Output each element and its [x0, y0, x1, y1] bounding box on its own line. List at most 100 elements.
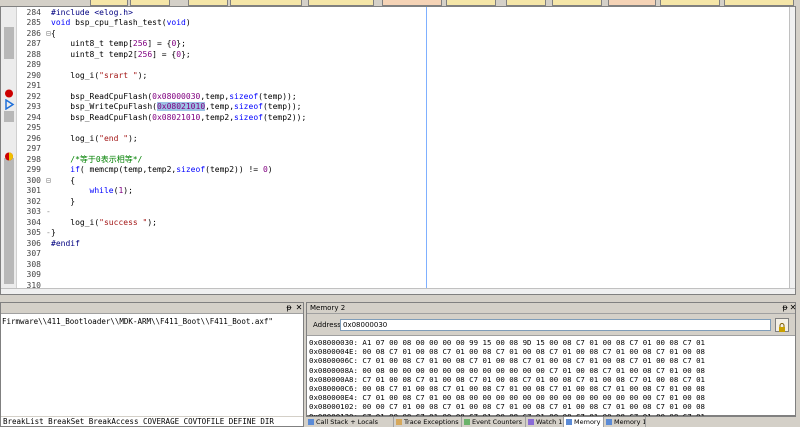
watch-icon: [528, 419, 534, 425]
editor-horizontal-scrollbar[interactable]: [1, 288, 795, 294]
code-token: 0x08021010: [152, 112, 201, 122]
line-number: 294: [26, 112, 41, 122]
code-token: ): [185, 18, 191, 27]
code-token: void: [166, 18, 186, 27]
close-icon[interactable]: ✕: [295, 304, 303, 312]
line-number: 298: [26, 154, 41, 164]
line-numbers: 284 285 286 287 288 289 290 291 292 293 294 295 296 2…: [17, 7, 43, 295]
code-line[interactable]: log_i("srart ");: [51, 71, 147, 82]
editor-vertical-scrollbar[interactable]: [789, 7, 795, 294]
code-line[interactable]: }: [51, 197, 75, 208]
memory-row[interactable]: 0x08000102: 00 00 C7 01 00 08 C7 01 00 0…: [309, 402, 705, 411]
code-token: {: [51, 28, 56, 38]
memory-row[interactable]: 0x080000A8: C7 01 00 08 C7 01 00 08 C7 0…: [309, 375, 705, 384]
tab-event-counters[interactable]: Event Counters: [462, 417, 526, 427]
memory-row[interactable]: 0x080000E4: C7 01 00 08 C7 01 00 08 00 0…: [309, 393, 705, 402]
memory-row[interactable]: 0x0800006C: C7 01 00 08 C7 01 00 08 C7 0…: [309, 356, 705, 365]
command-output: Firmware\\411_Bootloader\\MDK-ARM\\F411_…: [2, 317, 273, 326]
code-token: #endif: [51, 238, 80, 248]
right-margin-guide: [426, 7, 427, 294]
code-token: "success ": [99, 217, 148, 227]
memory-address-bar: Address: 0x08000030: [307, 314, 795, 336]
code-line[interactable]: /*等于0表示相等*/: [51, 155, 142, 166]
code-line[interactable]: uint8_t temp2[256] = {0};: [51, 49, 190, 61]
breakpoint-gutter[interactable]: [1, 7, 17, 294]
code-token: ] = {: [152, 49, 177, 59]
tab-label: Memory 1: [614, 418, 646, 426]
counter-icon: [464, 419, 470, 425]
code-token: 0x08000030: [152, 91, 201, 101]
code-line[interactable]: if( memcmp(temp,temp2,sizeof(temp2)) != …: [51, 165, 272, 176]
code-token: uint8_t temp[: [51, 39, 133, 48]
code-line[interactable]: }: [51, 228, 56, 239]
code-token: if: [51, 165, 80, 174]
code-line[interactable]: void bsp_cpu_flash_test(void): [51, 18, 191, 29]
lock-icon[interactable]: [775, 318, 789, 332]
code-token: {: [51, 175, 76, 185]
close-icon[interactable]: ✕: [789, 304, 797, 312]
tab-memory-1[interactable]: Memory 1: [604, 417, 646, 427]
breakpoint-disabled-icon[interactable]: [3, 147, 16, 161]
line-number: 309: [26, 270, 41, 279]
code-line[interactable]: #endif: [51, 239, 80, 250]
line-number: 296: [26, 133, 41, 143]
code-token: sizeof: [234, 102, 263, 111]
line-number: 295: [26, 123, 41, 132]
code-editor[interactable]: 284 285 286 287 288 289 290 291 292 293 294 295 296 2…: [0, 6, 796, 295]
line-number: 300: [26, 175, 41, 185]
breakpoint-icon[interactable]: [3, 84, 16, 98]
line-number: 290: [26, 70, 41, 80]
code-line[interactable]: {: [51, 176, 75, 187]
tab-call-stack-locals[interactable]: Call Stack + Locals: [306, 417, 394, 427]
line-number: 308: [26, 259, 41, 269]
pin-icon[interactable]: ᵽ: [285, 304, 293, 312]
line-number: 286: [26, 28, 41, 38]
tab-label: Event Counters: [472, 418, 523, 426]
memory-row[interactable]: 0x0800008A: 00 08 00 00 00 00 00 00 00 0…: [309, 366, 705, 375]
code-token: bsp_ReadCpuFlash(: [51, 91, 153, 101]
code-token: (temp2)) !=: [205, 165, 263, 174]
address-input[interactable]: 0x08000030: [340, 319, 771, 331]
tab-label: Memory 2: [574, 418, 604, 426]
code-line[interactable]: log_i("end ");: [51, 133, 138, 145]
code-token: while: [51, 186, 114, 195]
memory-row[interactable]: 0x0800004E: 00 08 C7 01 00 08 C7 01 00 0…: [309, 347, 705, 356]
code-line[interactable]: bsp_ReadCpuFlash(0x08021010,temp2,sizeof…: [51, 113, 306, 124]
code-token: );: [123, 186, 133, 195]
code-token: #include <elog.h>: [51, 7, 133, 17]
line-number: 304: [26, 217, 41, 227]
code-line[interactable]: bsp_ReadCpuFlash(0x08000030,temp,sizeof(…: [51, 91, 297, 103]
code-token: "end ": [99, 133, 129, 143]
line-number: 288: [26, 49, 41, 59]
pin-icon[interactable]: ᵽ: [781, 304, 789, 312]
coverage-marker: [4, 158, 14, 284]
code-line[interactable]: bsp_WriteCpuFlash(0x08021010,temp,sizeof…: [51, 102, 301, 113]
code-line[interactable]: log_i("success ");: [51, 218, 157, 229]
tab-watch-1[interactable]: Watch 1: [526, 417, 564, 427]
tab-label: Call Stack + Locals: [316, 418, 379, 426]
code-token: sizeof: [176, 165, 206, 174]
code-line[interactable]: while(1);: [51, 186, 133, 197]
line-number: 284: [26, 7, 41, 17]
memory-icon: [566, 419, 572, 425]
line-number: 307: [26, 249, 41, 258]
line-number: 302: [26, 196, 41, 206]
fold-margin[interactable]: ⊟ ⊟ - -: [43, 7, 51, 294]
code-line[interactable]: uint8_t temp[256] = {0};: [51, 39, 186, 50]
call-stack-icon: [308, 419, 314, 425]
code-token: (temp));: [258, 91, 297, 101]
tab-label: Trace Exceptions: [404, 418, 459, 426]
tab-trace-exceptions[interactable]: Trace Exceptions: [394, 417, 462, 427]
memory-window: Memory 2 ᵽ ✕ Address: 0x08000030 0x08000…: [306, 302, 797, 421]
tab-memory-2[interactable]: Memory 2: [564, 417, 604, 427]
code-line[interactable]: #include <elog.h>: [51, 8, 133, 19]
line-number: 285: [26, 18, 41, 27]
fold-toggle-icon[interactable]: -: [46, 207, 51, 218]
memory-row[interactable]: 0x08000030: A1 07 00 08 00 00 00 00 99 1…: [309, 338, 705, 347]
code-token: sizeof: [229, 91, 259, 101]
code-line[interactable]: {: [51, 29, 56, 40]
memory-row[interactable]: 0x080000C6: 00 08 C7 01 00 08 C7 01 00 0…: [309, 384, 705, 393]
code-token: };: [176, 39, 186, 48]
code-token: );: [128, 133, 138, 143]
coverage-marker: [4, 27, 14, 59]
